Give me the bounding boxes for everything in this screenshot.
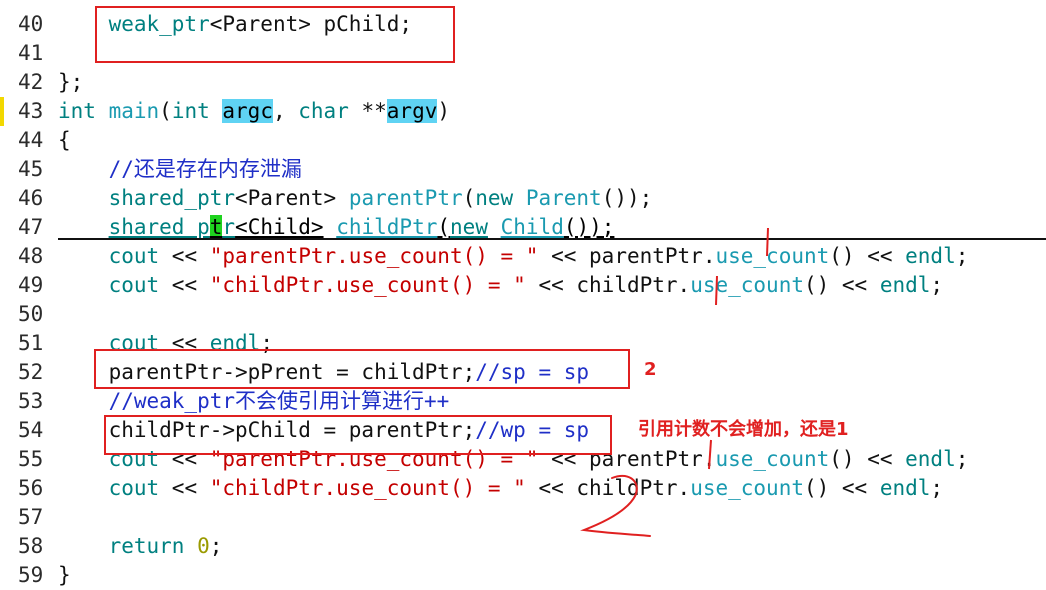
handwritten-2 bbox=[580, 475, 651, 537]
handwritten-marks bbox=[580, 227, 769, 537]
tick-mark-49 bbox=[715, 275, 718, 306]
tick-mark-55 bbox=[708, 439, 712, 470]
tick-mark-48 bbox=[766, 227, 769, 257]
code-editor[interactable]: 40 weak_ptr<Parent> pChild; 41 42}; 43 int m… bbox=[0, 0, 1046, 587]
